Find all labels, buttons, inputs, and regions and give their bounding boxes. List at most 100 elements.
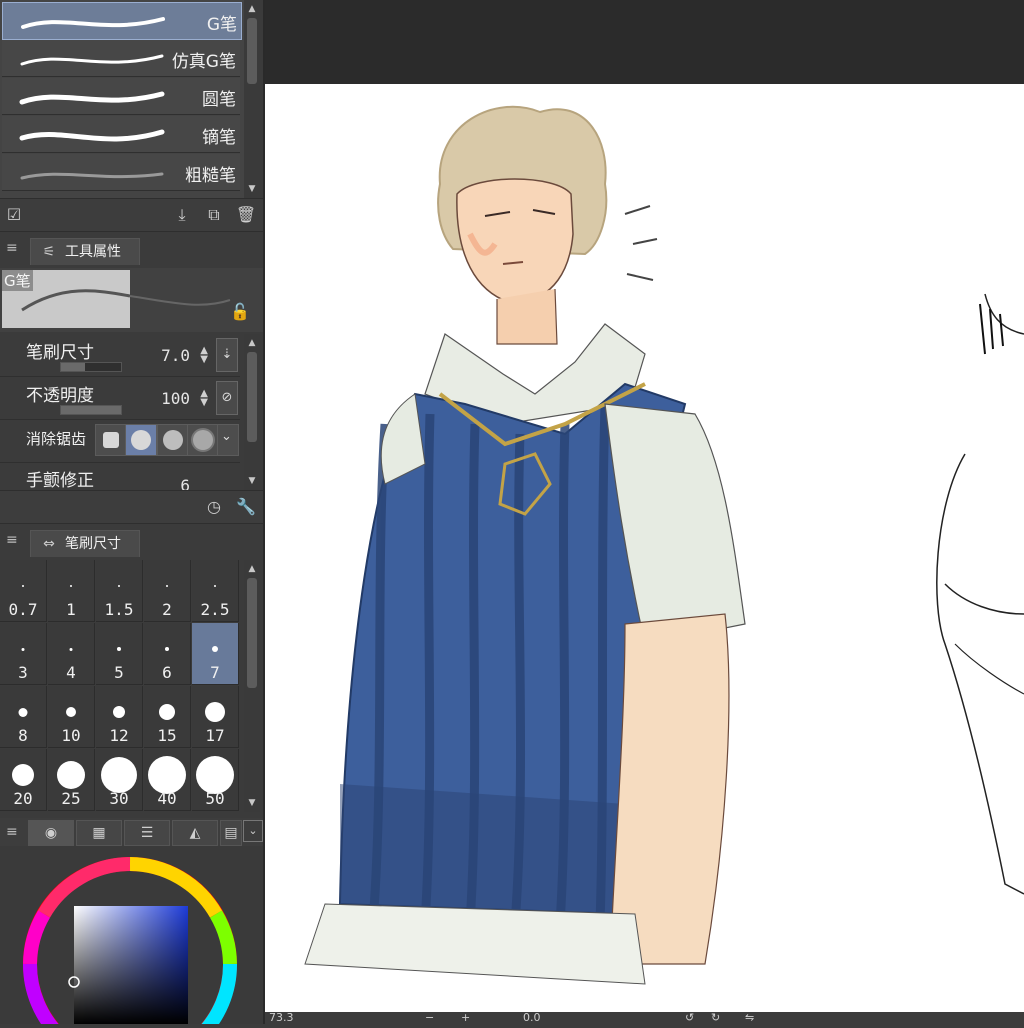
brush-size-label: 20 bbox=[13, 789, 33, 808]
brush-size-label: 50 bbox=[205, 789, 225, 808]
expand-icon[interactable]: ⇣ bbox=[216, 338, 238, 372]
color-set-tab[interactable]: ▤ bbox=[220, 820, 242, 846]
brush-size-option[interactable]: 2.5 bbox=[192, 560, 239, 622]
color-wheel-tab[interactable]: ◉ bbox=[28, 820, 74, 846]
brush-item-real-g-pen[interactable]: 仿真G笔 bbox=[2, 40, 240, 77]
brush-size-option[interactable]: 20 bbox=[0, 749, 47, 811]
color-panel-tabs: ≡ ◉ ▦ ☰ ◭ ▤ ⌄ bbox=[0, 818, 263, 846]
intermediate-color-icon: ☰ bbox=[140, 825, 154, 841]
prop-label: 消除锯齿 bbox=[26, 430, 87, 448]
brush-size-option[interactable]: 3 bbox=[0, 623, 47, 685]
scroll-thumb[interactable] bbox=[247, 352, 257, 442]
prop-stabilization[interactable]: 手颤修正 6 bbox=[0, 462, 240, 490]
brush-size-option[interactable]: 30 bbox=[96, 749, 143, 811]
opacity-slider[interactable] bbox=[60, 405, 122, 415]
antialias-none-option[interactable] bbox=[95, 424, 127, 456]
brush-size-slider[interactable] bbox=[60, 362, 122, 372]
brush-size-option[interactable]: 25 bbox=[48, 749, 95, 811]
color-slider-tab[interactable]: ▦ bbox=[76, 820, 122, 846]
scroll-up-icon[interactable]: ▲ bbox=[244, 2, 260, 16]
scroll-thumb[interactable] bbox=[247, 18, 257, 84]
brush-size-option[interactable]: 4 bbox=[48, 623, 95, 685]
rotate-left-icon[interactable]: ↺ bbox=[685, 1012, 694, 1024]
scroll-down-icon[interactable]: ▼ bbox=[244, 182, 260, 196]
size-grid-scrollbar[interactable]: ▲ ▼ bbox=[244, 560, 260, 812]
download-icon[interactable]: ⤓ bbox=[170, 203, 194, 227]
brush-size-option[interactable]: 0.7 bbox=[0, 560, 47, 622]
lock-icon[interactable]: 🔓 bbox=[228, 300, 252, 324]
brush-preview-stroke-fade bbox=[130, 295, 231, 306]
scroll-down-icon[interactable]: ▼ bbox=[244, 474, 260, 488]
wrench-icon[interactable]: 🔧 bbox=[234, 495, 258, 519]
brush-size-option[interactable]: 2 bbox=[144, 560, 191, 622]
duplicate-icon[interactable]: ⧉ bbox=[202, 203, 226, 227]
tab-brush-size[interactable]: ⇔ 笔刷尺寸 bbox=[30, 530, 140, 557]
prop-opacity[interactable]: 不透明度 100 ▲ ▼ ⊘ bbox=[0, 377, 240, 420]
brush-size-dot bbox=[117, 647, 121, 651]
brush-size-option[interactable]: 40 bbox=[144, 749, 191, 811]
brush-size-value[interactable]: 7.0 bbox=[161, 346, 190, 365]
flip-icon[interactable]: ⇋ bbox=[745, 1012, 754, 1024]
panel-menu-icon[interactable]: ≡ bbox=[6, 533, 18, 547]
antialias-medium-option[interactable] bbox=[157, 424, 189, 456]
brush-size-option[interactable]: 6 bbox=[144, 623, 191, 685]
trash-icon[interactable]: 🗑 bbox=[234, 203, 258, 227]
brush-size-option[interactable]: 1.5 bbox=[96, 560, 143, 622]
color-wheel-panel bbox=[0, 846, 263, 1028]
intermediate-color-tab[interactable]: ☰ bbox=[124, 820, 170, 846]
brush-size-option[interactable]: 10 bbox=[48, 686, 95, 748]
opacity-pressure-icon[interactable]: ⊘ bbox=[216, 381, 238, 415]
brush-item-pen[interactable]: 镝笔 bbox=[2, 116, 240, 153]
gauge-icon[interactable]: ◷ bbox=[202, 495, 226, 519]
tool-property-toolbar: ◷ 🔧 bbox=[0, 490, 263, 524]
scroll-up-icon[interactable]: ▲ bbox=[244, 562, 260, 576]
color-wheel[interactable] bbox=[0, 846, 263, 1028]
sub-tool-list: G笔 仿真G笔 圆笔 镝笔 粗糙笔 bbox=[0, 0, 244, 198]
opacity-value[interactable]: 100 bbox=[161, 389, 190, 408]
brush-size-option[interactable]: 7 bbox=[192, 623, 239, 685]
angle-value[interactable]: 0.0 bbox=[523, 1012, 541, 1024]
scroll-up-icon[interactable]: ▲ bbox=[244, 336, 260, 350]
antialias-weak-option[interactable] bbox=[125, 424, 157, 456]
brush-size-option[interactable]: 1 bbox=[48, 560, 95, 622]
approximate-color-tab[interactable]: ◭ bbox=[172, 820, 218, 846]
property-scrollbar[interactable]: ▲ ▼ bbox=[244, 334, 260, 490]
brush-item-g-pen[interactable]: G笔 bbox=[2, 2, 242, 40]
sub-tool-menu-icon[interactable]: ☑ bbox=[2, 203, 26, 227]
zoom-value[interactable]: 73.3 bbox=[269, 1012, 294, 1024]
antialias-strong-option[interactable] bbox=[187, 424, 219, 456]
approximate-color-icon: ◭ bbox=[189, 825, 201, 841]
zoom-in-icon[interactable]: + bbox=[461, 1012, 470, 1024]
prop-brush-size[interactable]: 笔刷尺寸 7.0 ▲ ▼ ⇣ bbox=[0, 334, 240, 377]
brush-size-option[interactable]: 5 bbox=[96, 623, 143, 685]
canvas-area[interactable] bbox=[265, 0, 1024, 1024]
brush-size-label: 15 bbox=[157, 726, 177, 745]
spin-arrows-icon[interactable]: ▲ ▼ bbox=[200, 389, 208, 408]
brush-size-dot bbox=[101, 757, 137, 793]
spin-arrows-icon[interactable]: ▲ ▼ bbox=[200, 346, 208, 365]
zoom-out-icon[interactable]: − bbox=[425, 1012, 434, 1024]
brush-item-label: 圆笔 bbox=[202, 90, 236, 110]
antialias-dropdown-icon[interactable]: ⌄ bbox=[217, 424, 239, 456]
brush-item-rough-pen[interactable]: 粗糙笔 bbox=[2, 154, 240, 191]
brush-list-scrollbar[interactable]: ▲ ▼ bbox=[244, 0, 260, 198]
tab-overflow-icon[interactable]: ⌄ bbox=[243, 820, 263, 842]
panel-menu-icon[interactable]: ≡ bbox=[6, 825, 18, 839]
stabilization-value[interactable]: 6 bbox=[180, 476, 190, 490]
brush-size-option[interactable]: 50 bbox=[192, 749, 239, 811]
scroll-down-icon[interactable]: ▼ bbox=[244, 796, 260, 810]
drawing-canvas[interactable] bbox=[265, 84, 1024, 1012]
brush-stroke-preview bbox=[21, 17, 165, 29]
panel-menu-icon[interactable]: ≡ bbox=[6, 241, 18, 255]
brush-size-option[interactable]: 17 bbox=[192, 686, 239, 748]
brush-size-option[interactable]: 15 bbox=[144, 686, 191, 748]
brush-item-label: 镝笔 bbox=[202, 128, 236, 148]
rotate-right-icon[interactable]: ↻ bbox=[711, 1012, 720, 1024]
scroll-thumb[interactable] bbox=[247, 578, 257, 688]
tab-tool-property[interactable]: ⚟ 工具属性 bbox=[30, 238, 140, 265]
brush-item-round-pen[interactable]: 圆笔 bbox=[2, 78, 240, 115]
brush-size-option[interactable]: 8 bbox=[0, 686, 47, 748]
brush-stroke-preview bbox=[20, 54, 164, 66]
brush-size-option[interactable]: 12 bbox=[96, 686, 143, 748]
artwork bbox=[304, 105, 1024, 985]
